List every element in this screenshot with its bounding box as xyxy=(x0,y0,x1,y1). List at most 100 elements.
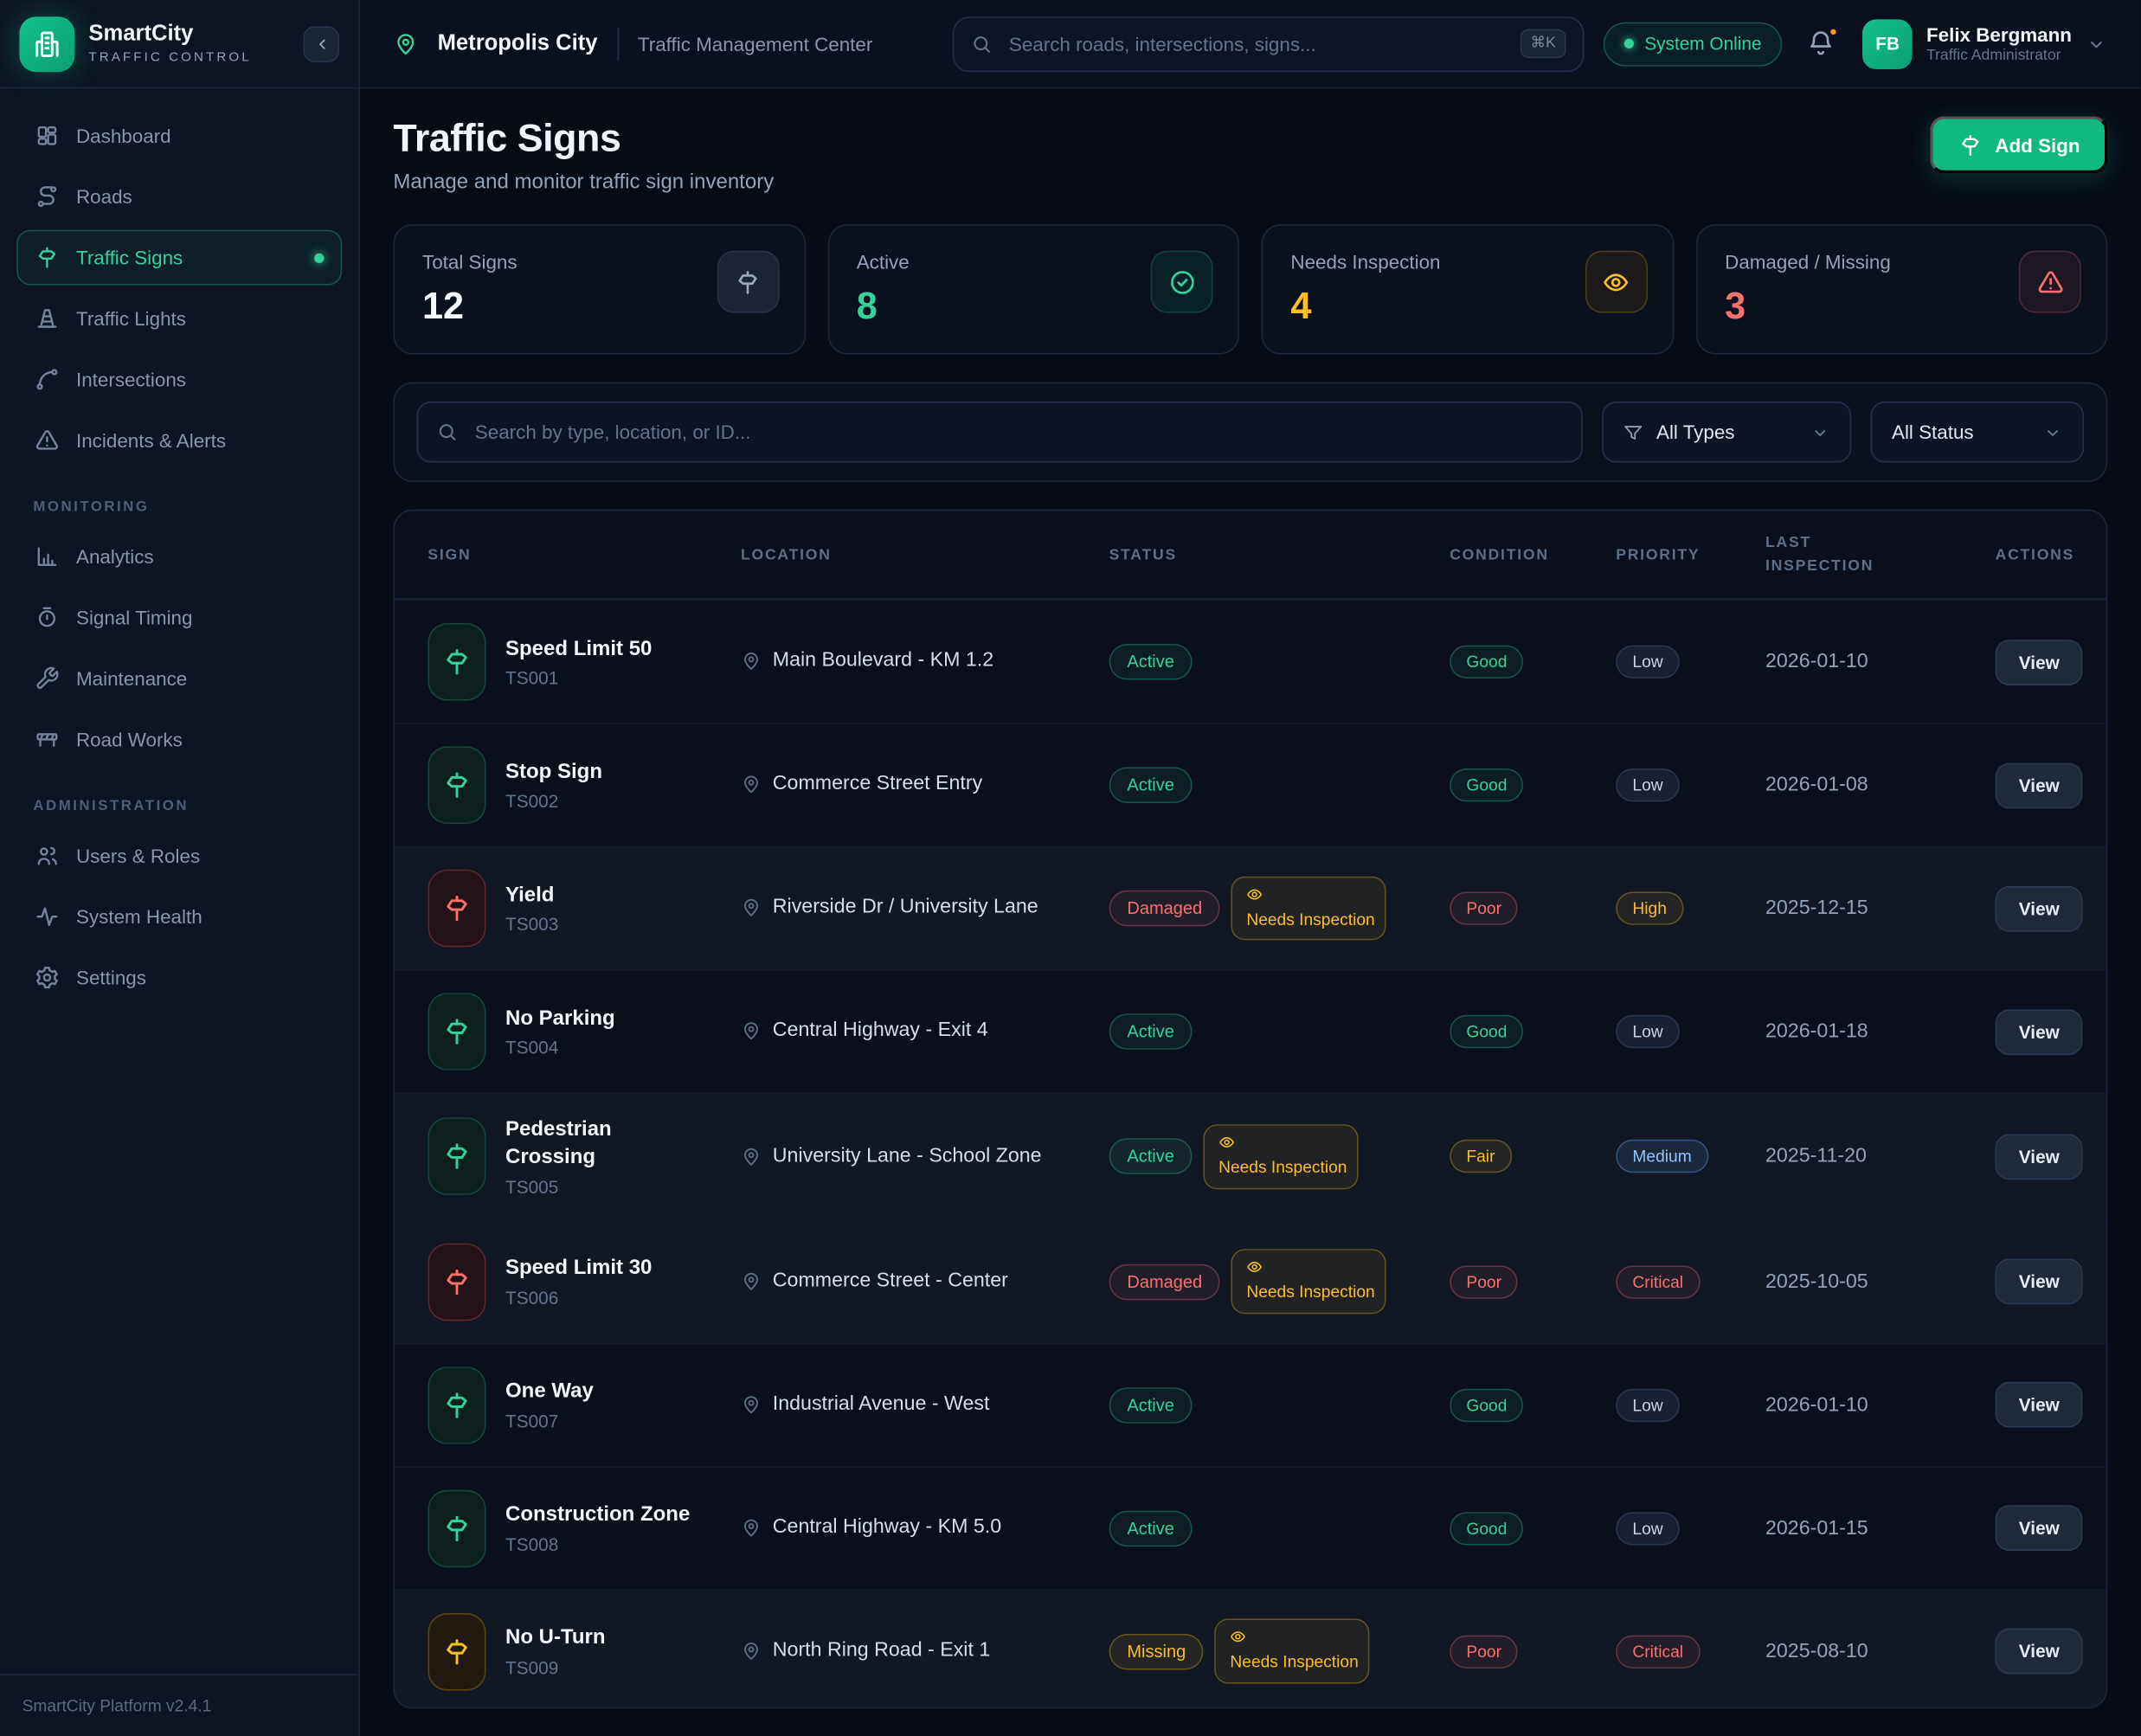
view-button[interactable]: View xyxy=(1996,1382,2083,1428)
stat-icon-tile xyxy=(1151,251,1213,313)
global-search-input[interactable] xyxy=(1006,31,1508,56)
last-inspection-date: 2025-08-10 xyxy=(1765,1640,1996,1662)
brand-name: SmartCity xyxy=(88,22,251,47)
status-badge: Active xyxy=(1109,767,1193,803)
last-inspection-date: 2026-01-08 xyxy=(1765,774,1996,796)
column-header-priority: Priority xyxy=(1616,546,1765,563)
priority-cell: Low xyxy=(1616,1015,1765,1048)
view-button[interactable]: View xyxy=(1996,1629,2083,1675)
stat-icon xyxy=(734,268,762,296)
condition-cell: Good xyxy=(1450,1388,1616,1421)
sign-name: No Parking xyxy=(505,1005,615,1032)
system-status-label: System Online xyxy=(1644,33,1761,54)
avatar: FB xyxy=(1862,19,1913,69)
view-button[interactable]: View xyxy=(1996,762,2083,808)
table-row: Construction Zone TS008 Central Highway … xyxy=(395,1466,2106,1589)
location-cell: Riverside Dr / University Lane xyxy=(741,894,1109,923)
sidebar-item[interactable]: System Health xyxy=(16,889,342,944)
view-button[interactable]: View xyxy=(1996,885,2083,931)
condition-badge: Poor xyxy=(1450,1265,1518,1298)
location-text: Commerce Street Entry xyxy=(773,770,982,800)
priority-cell: Low xyxy=(1616,1388,1765,1421)
sidebar-section-monitoring: MONITORING xyxy=(33,498,325,515)
location-cell: Industrial Avenue - West xyxy=(741,1390,1109,1419)
nav-item-icon xyxy=(35,367,60,392)
building-icon xyxy=(32,29,62,59)
location-cell: Main Boulevard - KM 1.2 xyxy=(741,647,1109,677)
view-button[interactable]: View xyxy=(1996,1009,2083,1055)
sign-id: TS009 xyxy=(505,1657,606,1678)
chevron-down-icon xyxy=(1810,421,1831,442)
view-button[interactable]: View xyxy=(1996,1258,2083,1304)
sign-text: Yield TS003 xyxy=(505,882,558,935)
table-search[interactable] xyxy=(417,402,1584,462)
sidebar-nav: Dashboard Roads Traffic Signs xyxy=(0,88,358,1674)
sidebar-item[interactable]: Road Works xyxy=(16,711,342,767)
search-icon xyxy=(436,421,459,443)
sign-text: No Parking TS004 xyxy=(505,1005,615,1058)
search-icon xyxy=(970,33,993,55)
sidebar-item[interactable]: Users & Roles xyxy=(16,828,342,884)
sidebar-item[interactable]: Settings xyxy=(16,950,342,1006)
location-cell: Central Highway - Exit 4 xyxy=(741,1017,1109,1046)
condition-badge: Good xyxy=(1450,646,1523,678)
sidebar-item[interactable]: Incidents & Alerts xyxy=(16,413,342,468)
sidebar-item[interactable]: Traffic Lights xyxy=(16,291,342,346)
view-button[interactable]: View xyxy=(1996,1505,2083,1551)
nav-item-icon xyxy=(35,123,60,148)
column-header-last-inspection: Last Inspection xyxy=(1765,531,1890,577)
add-sign-label: Add Sign xyxy=(1995,133,2080,156)
add-sign-button[interactable]: Add Sign xyxy=(1930,116,2108,173)
notification-dot xyxy=(1828,26,1839,37)
sign-id: TS002 xyxy=(505,791,602,812)
status-filter-select[interactable]: All Status xyxy=(1871,402,2084,462)
stat-icon-tile xyxy=(1585,251,1648,313)
table-header-row: Sign Location Status Condition Priority … xyxy=(395,511,2106,599)
status-badge: Missing xyxy=(1109,1633,1204,1669)
sidebar-item[interactable]: Maintenance xyxy=(16,651,342,706)
priority-badge: Critical xyxy=(1616,1635,1700,1668)
condition-badge: Poor xyxy=(1450,1635,1518,1668)
user-name: Felix Bergmann xyxy=(1926,23,2072,47)
map-pin-icon xyxy=(741,898,762,919)
sidebar-item[interactable]: Dashboard xyxy=(16,108,342,164)
column-header-sign: Sign xyxy=(428,546,741,563)
table-row: Speed Limit 30 TS006 Commerce Street - C… xyxy=(395,1219,2106,1342)
condition-badge: Good xyxy=(1450,1015,1523,1048)
needs-inspection-badge: Needs Inspection xyxy=(1231,876,1386,941)
signpost-icon xyxy=(1958,132,1983,158)
stat-icon xyxy=(1168,268,1196,296)
sign-name: Construction Zone xyxy=(505,1501,690,1529)
needs-inspection-badge: Needs Inspection xyxy=(1215,1619,1370,1684)
sidebar-item[interactable]: Roads xyxy=(16,169,342,224)
sidebar-item[interactable]: Analytics xyxy=(16,529,342,584)
main-column: Metropolis City Traffic Management Cente… xyxy=(360,0,2141,1736)
location-cell: Central Highway - KM 5.0 xyxy=(741,1514,1109,1543)
notifications-button[interactable] xyxy=(1807,29,1837,59)
view-button[interactable]: View xyxy=(1996,639,2083,685)
location-text: Central Highway - Exit 4 xyxy=(773,1017,988,1046)
sidebar-collapse-button[interactable] xyxy=(303,26,339,62)
sign-text: Speed Limit 50 TS001 xyxy=(505,635,652,688)
user-role: Traffic Administrator xyxy=(1926,48,2072,64)
condition-badge: Good xyxy=(1450,1511,1523,1544)
location-text: Central Highway - KM 5.0 xyxy=(773,1514,1001,1543)
sign-cell: Yield TS003 xyxy=(428,870,741,948)
sidebar-item-label: System Health xyxy=(76,905,203,928)
sidebar: SmartCity TRAFFIC CONTROL Dashboard xyxy=(0,0,360,1736)
signpost-icon xyxy=(441,646,472,677)
nav-item-icon xyxy=(35,965,60,990)
condition-cell: Poor xyxy=(1450,1265,1616,1298)
table-search-input[interactable] xyxy=(473,420,1564,445)
topbar: Metropolis City Traffic Management Cente… xyxy=(360,0,2141,88)
view-button[interactable]: View xyxy=(1996,1134,2083,1180)
sidebar-item[interactable]: Traffic Signs xyxy=(16,230,342,286)
sidebar-item[interactable]: Signal Timing xyxy=(16,590,342,646)
last-inspection-date: 2025-11-20 xyxy=(1765,1146,1996,1168)
global-search[interactable]: ⌘K xyxy=(952,16,1584,71)
column-header-status: Status xyxy=(1109,546,1450,563)
type-filter-select[interactable]: All Types xyxy=(1603,402,1852,462)
sidebar-item-label: Settings xyxy=(76,967,146,989)
user-menu[interactable]: FB Felix Bergmann Traffic Administrator xyxy=(1862,19,2107,69)
sidebar-item[interactable]: Intersections xyxy=(16,351,342,407)
